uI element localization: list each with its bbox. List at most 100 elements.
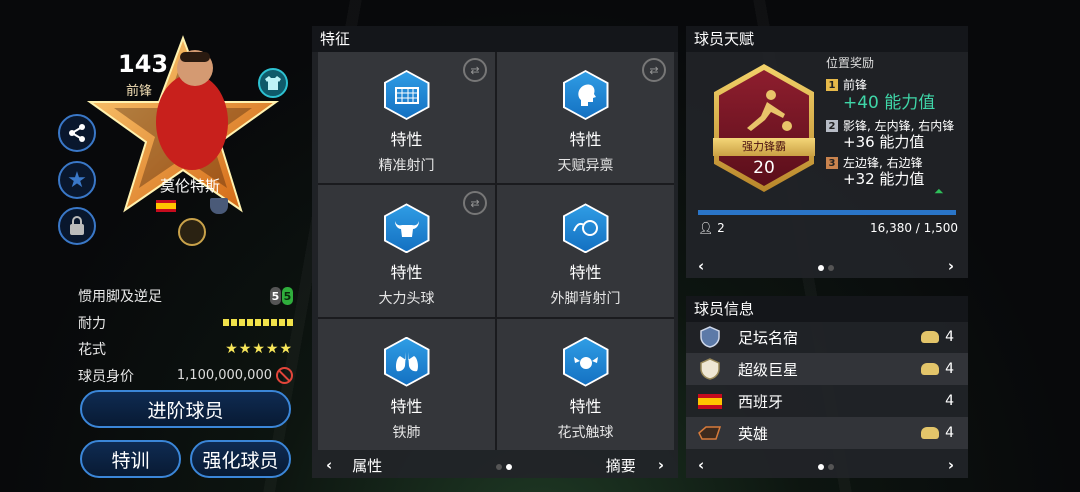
reward-bonus: +32 能力值 — [843, 170, 925, 188]
page-dots — [704, 257, 948, 275]
reward-positions: 左边锋, 右边锋 — [843, 156, 923, 170]
superstar-shield-icon — [698, 358, 722, 380]
ball-curve-icon — [562, 203, 609, 254]
weak-foot-right: 5 — [282, 287, 293, 306]
favorite-button[interactable]: ★ — [58, 161, 96, 199]
info-row-hero[interactable]: 英雄 4 — [686, 417, 968, 449]
trait-name: 外脚背射门 — [550, 291, 621, 308]
trait-name: 花式触球 — [557, 424, 614, 441]
star-icon: ★ — [67, 167, 87, 193]
page-dots — [382, 456, 606, 474]
skill-stars: ★★★★★ — [225, 341, 293, 358]
skill-row: 花式 ★★★★★ — [78, 336, 293, 363]
info-nav: ‹ › — [690, 451, 964, 479]
player-info-title: 球员信息 — [686, 296, 968, 322]
swap-icon[interactable]: ⇄ — [642, 58, 666, 82]
traits-nav: ‹ 属性 摘要 › — [318, 451, 674, 479]
no-trade-icon — [276, 367, 293, 385]
player-value: 1,100,000,000 — [176, 368, 272, 384]
player-rating: 143 — [118, 50, 169, 78]
talent-title: 球员天赋 — [686, 26, 968, 52]
goal-net-icon — [383, 70, 430, 120]
advance-player-button[interactable]: 进阶球员 — [80, 390, 291, 428]
reward-bonus: +36 能力值 — [843, 133, 925, 151]
rank-badge: 2 — [826, 120, 838, 132]
info-row-nation[interactable]: 西班牙 4 — [686, 385, 968, 417]
position-rewards: 位置奖励 1 前锋 +40 能力值 2 影锋, 左内锋, 右内锋 +36 能力值… — [826, 54, 976, 192]
talent-progress-bar — [698, 210, 956, 215]
upgrade-player-button[interactable]: 强化球员 — [190, 440, 291, 478]
spain-flag-icon — [698, 390, 722, 412]
value-row: 球员身价 1,100,000,000 — [78, 363, 293, 390]
club-badge-icon — [210, 198, 228, 214]
player-name: 莫伦特斯 — [160, 177, 221, 195]
spain-flag-icon — [156, 200, 176, 212]
trait-name: 铁肺 — [392, 424, 421, 441]
hero-emblem-icon — [698, 422, 722, 444]
striker-kick-icon — [747, 90, 792, 131]
weak-foot-label: 惯用脚及逆足 — [78, 289, 162, 306]
talent-progress-text: 16,380 / 1,500 — [869, 221, 958, 235]
trait-card[interactable]: ⇄ 特性 大力头球 — [318, 185, 495, 317]
reward-item: 1 前锋 +40 能力值 — [826, 77, 976, 113]
reward-positions: 前锋 — [843, 78, 868, 92]
swap-icon[interactable]: ⇄ — [463, 58, 487, 82]
boost-hand-icon — [921, 331, 940, 343]
stamina-label: 耐力 — [78, 315, 106, 332]
trait-type: 特性 — [569, 396, 602, 416]
chevron-right-icon[interactable]: › — [948, 257, 954, 275]
chevron-right-icon[interactable]: › — [658, 456, 664, 474]
swap-icon[interactable]: ⇄ — [463, 191, 487, 216]
weak-foot-row: 惯用脚及逆足 5 5 — [78, 283, 293, 310]
reward-item: 2 影锋, 左内锋, 右内锋 +36 能力值 — [826, 118, 976, 150]
fan-count-value: 2 — [717, 221, 725, 235]
stamina-row: 耐力 — [78, 310, 293, 337]
trait-name: 天赋异禀 — [557, 158, 614, 174]
info-label: 足坛名宿 — [738, 328, 799, 347]
traits-nav-prev[interactable]: 属性 — [352, 455, 382, 476]
stamina-bar — [223, 319, 293, 327]
player-card[interactable]: 143 前锋 莫伦特斯 — [80, 30, 300, 260]
share-button[interactable] — [58, 114, 96, 152]
value-label: 球员身价 — [78, 368, 134, 385]
info-level: 4 — [945, 393, 954, 409]
boost-hand-icon — [921, 427, 940, 439]
info-level: 4 — [945, 329, 954, 345]
info-label: 西班牙 — [738, 392, 784, 411]
info-row-legend[interactable]: 足坛名宿 4 — [686, 321, 968, 353]
trait-card[interactable]: 特性 花式触球 — [497, 318, 674, 450]
legend-shield-icon — [698, 326, 722, 348]
trait-card[interactable]: 特性 外脚背射门 — [497, 185, 674, 317]
position-rewards-title: 位置奖励 — [826, 56, 875, 70]
lungs-icon — [383, 336, 430, 387]
talent-nav: ‹ › — [690, 252, 964, 280]
trait-card[interactable]: ⇄ 特性 天赋异禀 — [497, 52, 674, 184]
trait-name: 精准射门 — [378, 158, 435, 174]
head-profile-icon — [562, 70, 609, 120]
traits-grid: ⇄ 特性 精准射门 ⇄ 特性 天赋异禀 ⇄ 特性 大力头球 特性 外脚背射门 特… — [318, 52, 674, 450]
chevron-left-icon[interactable]: ‹ — [326, 456, 332, 474]
legend-badge-icon — [178, 218, 206, 246]
trait-type: 特性 — [390, 130, 423, 149]
trait-card[interactable]: 特性 铁肺 — [318, 318, 495, 450]
info-row-superstar[interactable]: 超级巨星 4 — [686, 353, 968, 385]
train-button[interactable]: 特训 — [80, 440, 181, 478]
player-position: 前锋 — [126, 84, 153, 99]
chevron-right-icon[interactable]: › — [948, 456, 954, 474]
trait-type: 特性 — [390, 263, 423, 283]
page-dots — [704, 456, 948, 474]
info-level: 4 — [945, 361, 954, 377]
lock-icon — [70, 216, 84, 235]
rank-badge: 1 — [826, 79, 838, 91]
talent-badge-level: 20 — [753, 158, 775, 178]
lock-button[interactable] — [58, 207, 96, 245]
rank-badge: 3 — [826, 157, 838, 169]
boost-hand-icon — [921, 363, 940, 375]
traits-title: 特征 — [312, 26, 678, 52]
shirt-icon[interactable] — [258, 68, 288, 98]
traits-nav-next[interactable]: 摘要 — [606, 455, 636, 476]
trait-card[interactable]: ⇄ 特性 精准射门 — [318, 52, 495, 184]
info-level: 4 — [945, 425, 954, 441]
trait-type: 特性 — [390, 396, 423, 416]
weak-foot-badge: 5 5 — [270, 287, 293, 306]
